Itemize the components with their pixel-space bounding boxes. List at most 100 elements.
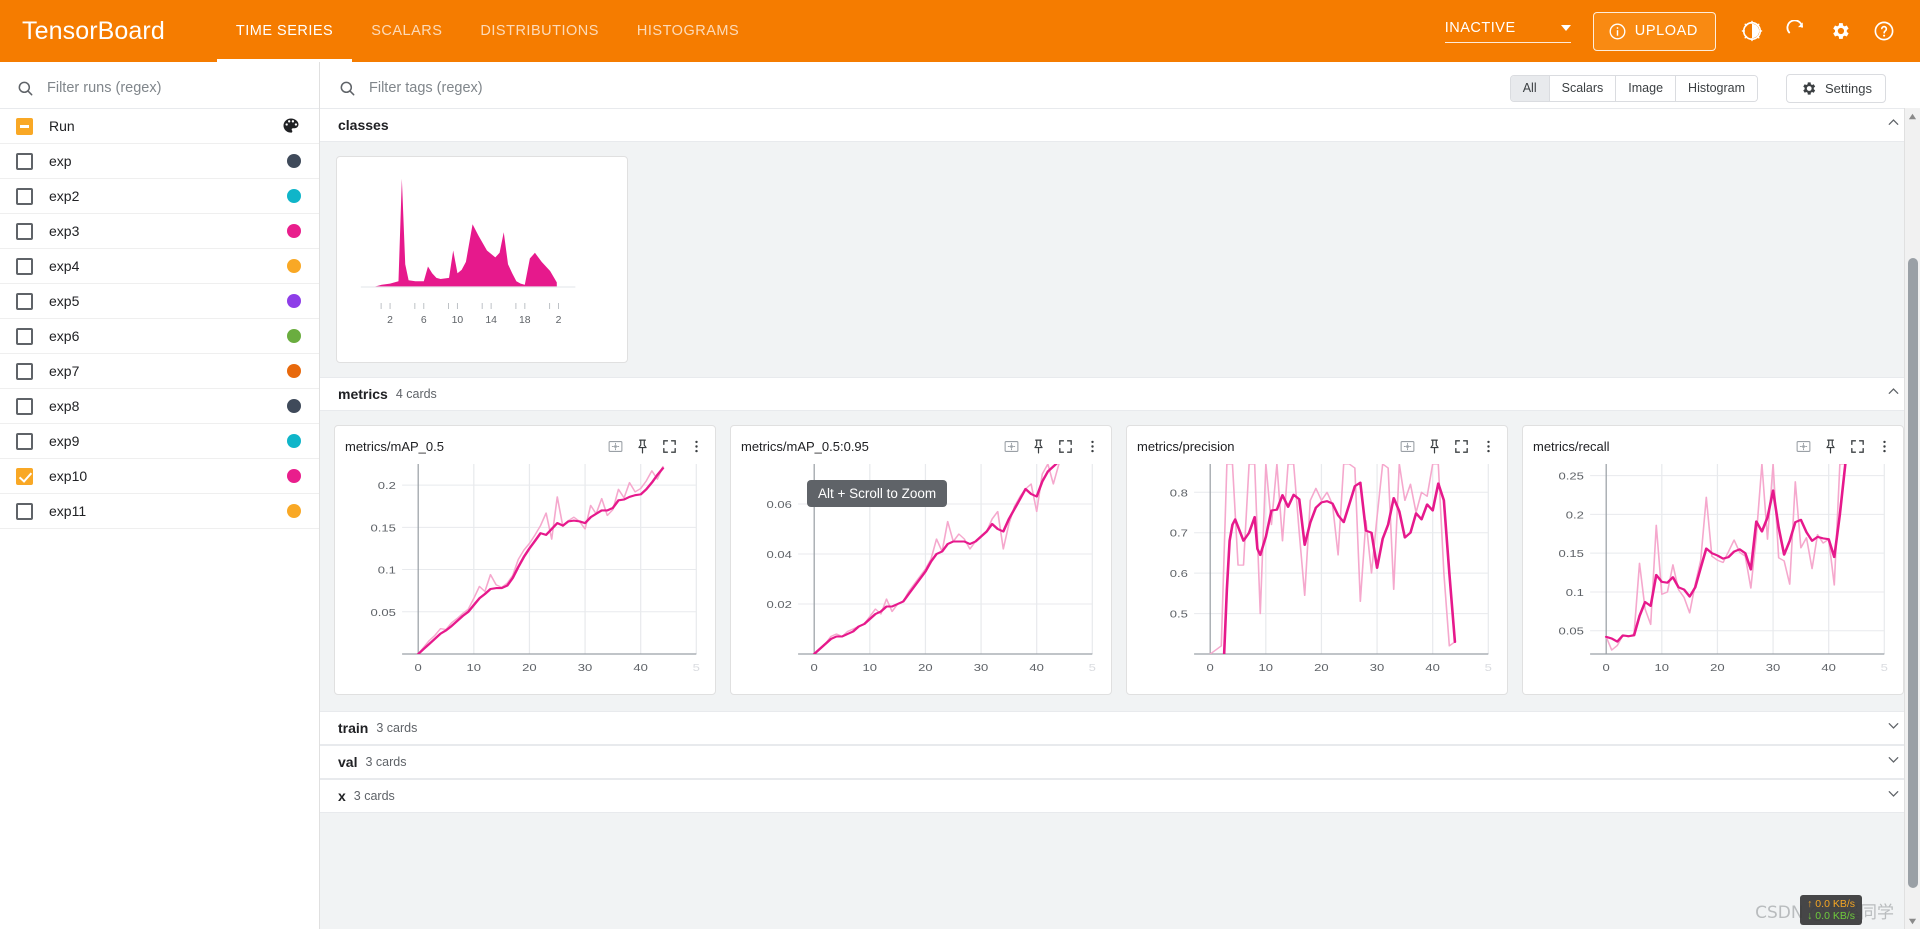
run-checkbox[interactable] — [16, 397, 33, 415]
run-checkbox[interactable] — [16, 327, 33, 345]
more-vert-icon[interactable] — [1480, 438, 1497, 455]
data-table-icon[interactable] — [607, 438, 624, 455]
svg-text:0: 0 — [811, 661, 819, 673]
data-table-icon[interactable] — [1795, 438, 1812, 455]
svg-text:0.5: 0.5 — [1170, 608, 1189, 620]
run-row[interactable]: exp5 — [0, 284, 319, 319]
svg-text:0.2: 0.2 — [1566, 509, 1584, 521]
svg-text:5: 5 — [1485, 661, 1493, 673]
pin-icon[interactable] — [1030, 438, 1047, 455]
scroll-down-arrow[interactable] — [1905, 913, 1920, 929]
pin-icon[interactable] — [1426, 438, 1443, 455]
upload-label: UPLOAD — [1634, 23, 1698, 39]
card-metrics-recall[interactable]: metrics/recall 0.05 0.1 0.15 0.2 0.25 0 … — [1522, 425, 1904, 695]
card-toolbar — [1003, 438, 1101, 455]
run-checkbox[interactable] — [16, 257, 33, 275]
run-row[interactable]: exp9 — [0, 424, 319, 459]
run-filter-placeholder: Filter runs (regex) — [47, 80, 162, 96]
chart-plot[interactable]: 0.05 0.1 0.15 0.2 0 10 20 30 40 5 — [345, 458, 705, 688]
run-filter-row[interactable]: Filter runs (regex) — [0, 68, 319, 108]
filter-image[interactable]: Image — [1616, 75, 1677, 101]
run-checkbox[interactable] — [16, 432, 33, 450]
run-row[interactable]: exp4 — [0, 249, 319, 284]
section-header-metrics[interactable]: metrics 4 cards — [320, 377, 1920, 411]
reload-state-label: INACTIVE — [1444, 19, 1516, 36]
svg-text:0.04: 0.04 — [767, 548, 793, 560]
more-vert-icon[interactable] — [1084, 438, 1101, 455]
brightness-icon[interactable] — [1730, 9, 1774, 53]
run-checkbox[interactable] — [16, 467, 33, 485]
section-header-val[interactable]: val 3 cards — [320, 745, 1920, 779]
svg-text:0.7: 0.7 — [1170, 527, 1188, 539]
svg-text:0.1: 0.1 — [378, 564, 396, 576]
settings-button[interactable]: Settings — [1786, 73, 1886, 103]
network-upload-rate: ↑ 0.0 KB/s — [1807, 897, 1855, 910]
section-header-x[interactable]: x 3 cards — [320, 779, 1920, 813]
svg-text:40: 40 — [1821, 661, 1836, 673]
run-checkbox[interactable] — [16, 222, 33, 240]
run-label: exp11 — [49, 503, 87, 519]
run-row[interactable]: exp2 — [0, 179, 319, 214]
reload-state-select[interactable]: INACTIVE — [1444, 19, 1571, 43]
card-metrics-precision[interactable]: metrics/precision 0.5 0.6 0.7 0.8 0 10 2… — [1126, 425, 1508, 695]
card-classes-histogram[interactable]: 2 6 10 14 18 2 — [336, 156, 628, 363]
section-card-count: 3 cards — [353, 789, 395, 803]
run-row[interactable]: exp8 — [0, 389, 319, 424]
run-row[interactable]: exp — [0, 144, 319, 179]
run-checkbox[interactable] — [16, 502, 33, 520]
pin-icon[interactable] — [1822, 438, 1839, 455]
run-checkbox[interactable] — [16, 292, 33, 310]
run-checkbox-all[interactable] — [16, 117, 33, 135]
gear-icon[interactable] — [1818, 9, 1862, 53]
chart-plot[interactable]: 0.02 0.04 0.06 0 10 20 30 40 5 Alt + Scroll to Z… — [741, 458, 1101, 688]
run-checkbox[interactable] — [16, 187, 33, 205]
classes-histogram-plot[interactable]: 2 6 10 14 18 2 — [337, 157, 627, 362]
filter-all[interactable]: All — [1510, 75, 1550, 101]
run-checkbox[interactable] — [16, 362, 33, 380]
run-label: exp3 — [49, 223, 80, 239]
tab-histograms[interactable]: HISTOGRAMS — [618, 0, 758, 62]
svg-text:0.15: 0.15 — [1559, 547, 1585, 559]
fullscreen-icon[interactable] — [1453, 438, 1470, 455]
more-vert-icon[interactable] — [1876, 438, 1893, 455]
fullscreen-icon[interactable] — [1057, 438, 1074, 455]
vertical-scrollbar[interactable] — [1904, 108, 1920, 929]
more-vert-icon[interactable] — [688, 438, 705, 455]
tab-scalars[interactable]: SCALARS — [352, 0, 461, 62]
run-row[interactable]: exp3 — [0, 214, 319, 249]
run-row[interactable]: exp6 — [0, 319, 319, 354]
card-header: metrics/precision — [1137, 434, 1497, 458]
tab-distributions[interactable]: DISTRIBUTIONS — [461, 0, 617, 62]
card-header: metrics/mAP_0.5 — [345, 434, 705, 458]
upload-button[interactable]: UPLOAD — [1592, 11, 1716, 51]
run-row[interactable]: exp11 — [0, 494, 319, 529]
tab-time-series[interactable]: TIME SERIES — [216, 0, 353, 62]
svg-text:0.2: 0.2 — [378, 479, 396, 491]
reload-icon[interactable] — [1774, 9, 1818, 53]
section-header-train[interactable]: train 3 cards — [320, 711, 1920, 745]
fullscreen-icon[interactable] — [1849, 438, 1866, 455]
svg-text:30: 30 — [1766, 661, 1781, 673]
run-checkbox[interactable] — [16, 152, 33, 170]
data-table-icon[interactable] — [1399, 438, 1416, 455]
pin-icon[interactable] — [634, 438, 651, 455]
scroll-up-arrow[interactable] — [1905, 108, 1920, 124]
palette-icon[interactable] — [281, 116, 301, 136]
help-icon[interactable] — [1862, 9, 1906, 53]
filter-scalars[interactable]: Scalars — [1549, 75, 1617, 101]
run-color-dot — [287, 189, 301, 203]
svg-text:0: 0 — [1603, 661, 1611, 673]
card-metrics-map05[interactable]: metrics/mAP_0.5 0.05 0.1 0.15 0.2 0 10 2… — [334, 425, 716, 695]
section-header-classes[interactable]: classes — [320, 108, 1920, 142]
run-row[interactable]: exp10 — [0, 459, 319, 494]
run-color-dot — [287, 469, 301, 483]
run-row[interactable]: exp7 — [0, 354, 319, 389]
filter-histogram[interactable]: Histogram — [1676, 75, 1758, 101]
scrollbar-thumb[interactable] — [1908, 258, 1918, 888]
run-row-all[interactable]: Run — [0, 109, 319, 144]
chart-plot[interactable]: 0.05 0.1 0.15 0.2 0.25 0 10 20 30 40 5 — [1533, 458, 1893, 688]
fullscreen-icon[interactable] — [661, 438, 678, 455]
data-table-icon[interactable] — [1003, 438, 1020, 455]
card-metrics-map05095[interactable]: metrics/mAP_0.5:0.95 0.02 0.04 0.06 0 10… — [730, 425, 1112, 695]
chart-plot[interactable]: 0.5 0.6 0.7 0.8 0 10 20 30 40 5 — [1137, 458, 1497, 688]
